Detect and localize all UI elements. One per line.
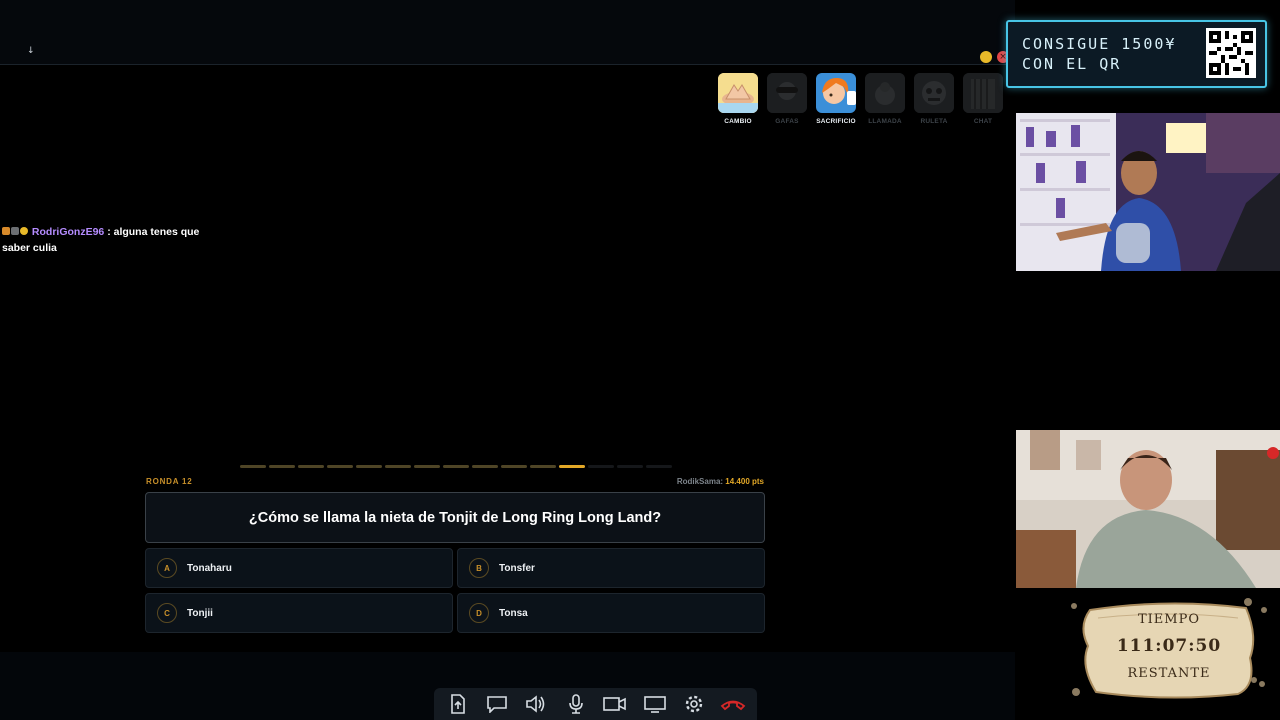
answer-d[interactable]: D Tonsa — [457, 593, 765, 633]
minimize-button[interactable] — [980, 51, 992, 63]
timer-title: TIEMPO — [1137, 612, 1200, 627]
chat-badges — [2, 224, 29, 240]
answer-a[interactable]: A Tonaharu — [145, 548, 453, 588]
progress-segment — [443, 465, 469, 468]
speaker-icon — [526, 695, 545, 713]
round-label: RONDA 12 — [146, 477, 193, 486]
chat-username: RodriGonzE96 — [31, 226, 105, 238]
promo-line2: CON EL QR — [1022, 55, 1122, 73]
progress-segment — [588, 465, 614, 468]
timer-scroll: TIEMPO 111:07:50 RESTANTE — [1068, 596, 1270, 704]
progress-segment — [530, 465, 556, 468]
score-user: RodikSama: — [676, 477, 724, 486]
progress-segment — [385, 465, 411, 468]
answer-letter: D — [469, 603, 489, 623]
settings-button[interactable] — [679, 690, 709, 718]
promo-line1: CONSIGUE 1500¥ — [1022, 35, 1177, 53]
ability-ruleta: RULETA — [913, 73, 955, 125]
progress-segment — [559, 465, 585, 468]
timer-subtitle: RESTANTE — [1127, 666, 1211, 681]
ability-sacrificio[interactable]: SACRIFICIO — [815, 73, 857, 125]
screen-button[interactable] — [640, 690, 670, 718]
progress-segment — [356, 465, 382, 468]
ability-cambio[interactable]: CAMBIO — [717, 73, 759, 125]
coin-badge-icon — [20, 227, 28, 236]
progress-segment — [240, 465, 266, 468]
character-icon — [816, 73, 856, 113]
progress-segment — [298, 465, 324, 468]
ability-chat: CHAT — [962, 73, 1004, 125]
box-badge-icon — [2, 227, 10, 236]
progress-segment — [501, 465, 527, 468]
cursor-glyph: ↓ — [27, 46, 35, 56]
ability-gafas: GAFAS — [766, 73, 808, 125]
timer-value: 111:07:50 — [1116, 636, 1222, 656]
webcam-streamer — [1016, 113, 1280, 271]
progress-segment — [269, 465, 295, 468]
answer-letter: C — [157, 603, 177, 623]
round-progress — [240, 465, 672, 469]
score-value: 14.400 pts — [725, 477, 764, 486]
microphone-button[interactable] — [561, 690, 591, 718]
top-bar: ↓ — [0, 0, 1015, 65]
answer-text: Tonsfer — [499, 562, 535, 574]
ability-llamada: LLAMADA — [864, 73, 906, 125]
answer-text: Tonjii — [187, 607, 213, 619]
call-toolbar — [434, 688, 757, 720]
answer-letter: A — [157, 558, 177, 578]
progress-segment — [414, 465, 440, 468]
camera-button[interactable] — [600, 690, 630, 718]
progress-segment — [327, 465, 353, 468]
chat-button[interactable] — [482, 690, 512, 718]
answer-b[interactable]: B Tonsfer — [457, 548, 765, 588]
camera-icon — [603, 697, 626, 711]
answer-c[interactable]: C Tonjii — [145, 593, 453, 633]
promo-text: CONSIGUE 1500¥ CON EL QR — [1022, 34, 1176, 74]
bottle-badge-icon — [11, 227, 19, 236]
hang-up-icon — [720, 700, 746, 711]
answer-text: Tonaharu — [187, 562, 232, 574]
speaker-button[interactable] — [521, 690, 551, 718]
answer-letter: B — [469, 558, 489, 578]
promo-banner: CONSIGUE 1500¥ CON EL QR — [1006, 20, 1267, 88]
chat-message: RodriGonzE96 : alguna tenes que saber cu… — [2, 224, 217, 256]
share-screen-icon — [450, 694, 465, 714]
call-icon — [865, 73, 905, 113]
chat-icon — [487, 696, 507, 713]
chat-ability-icon — [963, 73, 1003, 113]
roulette-icon — [914, 73, 954, 113]
hang-up-button[interactable] — [718, 690, 748, 718]
glasses-icon — [767, 73, 807, 113]
hands-icon — [718, 73, 758, 113]
screen-icon — [643, 696, 666, 713]
question-box: ¿Cómo se llama la nieta de Tonjit de Lon… — [145, 492, 765, 543]
settings-icon — [685, 695, 703, 713]
qr-code-icon — [1206, 28, 1256, 78]
share-screen-button[interactable] — [443, 690, 473, 718]
answer-text: Tonsa — [499, 607, 528, 619]
webcam-guest — [1016, 430, 1280, 588]
progress-segment — [617, 465, 643, 468]
progress-segment — [472, 465, 498, 468]
microphone-icon — [569, 694, 583, 714]
score: RodikSama: 14.400 pts — [677, 477, 764, 486]
progress-segment — [646, 465, 672, 468]
